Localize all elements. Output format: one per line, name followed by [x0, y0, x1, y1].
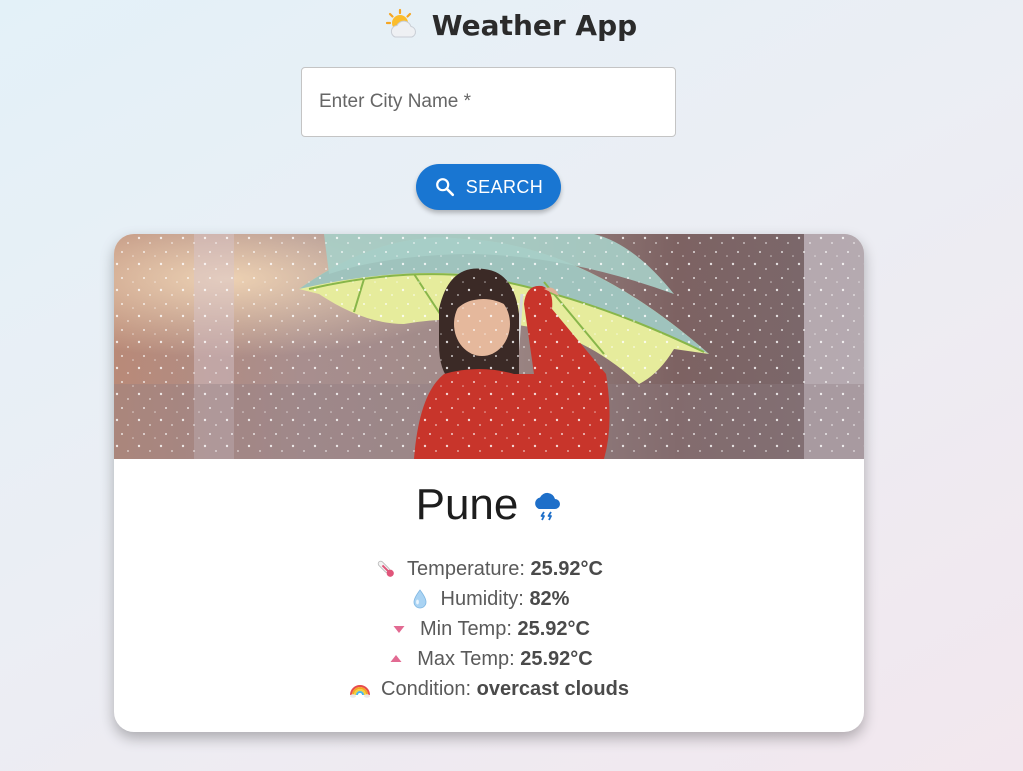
min-temp-value: 25.92°C — [517, 617, 590, 640]
city-heading: Pune — [114, 480, 864, 530]
thermometer-icon — [377, 560, 394, 577]
min-temp-label: Min Temp: — [420, 617, 512, 640]
temperature-label: Temperature: — [407, 557, 525, 580]
search-button-label: SEARCH — [465, 176, 544, 197]
temperature-value: 25.92°C — [530, 557, 603, 580]
sun-behind-cloud-icon — [385, 8, 416, 38]
condition-label: Condition: — [381, 677, 472, 700]
temperature-row: Temperature: 25.92°C — [375, 554, 603, 584]
min-temp-row: Min Temp: 25.92°C — [388, 614, 590, 644]
city-name-field[interactable] — [301, 67, 676, 137]
weather-card: Pune Temperature: 25.92°C Humidity: 82% … — [114, 234, 864, 732]
condition-row: Condition: overcast clouds — [349, 674, 629, 704]
humidity-row: Humidity: 82% — [409, 584, 570, 614]
rainbow-icon — [350, 685, 371, 698]
rain-cloud-icon — [535, 492, 561, 521]
app-title: Weather App — [431, 8, 638, 42]
max-temp-value: 25.92°C — [520, 647, 593, 670]
search-button[interactable]: SEARCH — [416, 164, 561, 210]
weather-photo — [114, 234, 864, 459]
max-temp-label: Max Temp: — [417, 647, 515, 670]
droplet-icon — [413, 589, 426, 609]
city-name: Pune — [415, 480, 519, 529]
up-triangle-icon — [390, 655, 402, 662]
down-triangle-icon — [393, 626, 405, 633]
weather-details: Temperature: 25.92°C Humidity: 82% Min T… — [114, 554, 864, 704]
max-temp-row: Max Temp: 25.92°C — [385, 644, 593, 674]
condition-value: overcast clouds — [476, 677, 629, 700]
search-icon — [435, 178, 454, 197]
humidity-label: Humidity: — [440, 587, 524, 610]
city-name-input[interactable] — [302, 68, 675, 136]
humidity-value: 82% — [529, 587, 570, 610]
app-header: Weather App — [0, 6, 1023, 44]
